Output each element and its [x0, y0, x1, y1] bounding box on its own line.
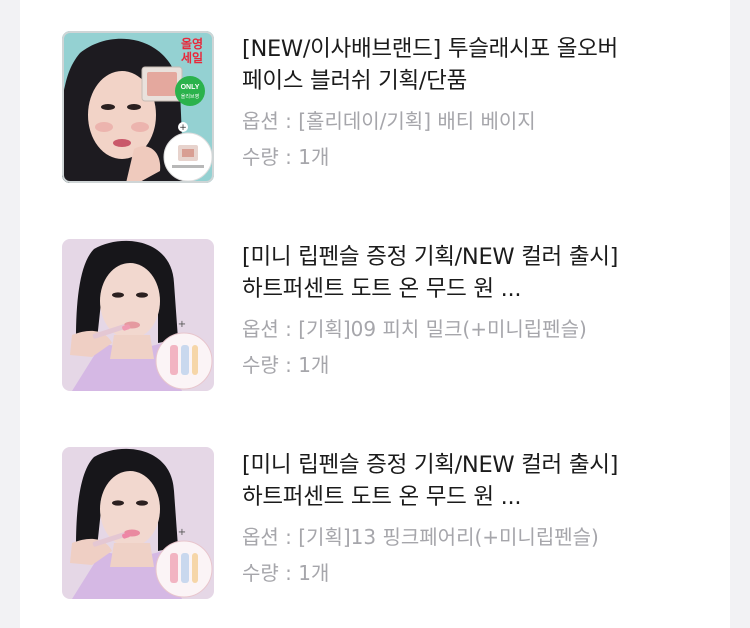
order-item[interactable]: + [미니 립펜슬 증정 기획/NEW 컬러 출시] 하트퍼센트 도트 온 무드… [62, 447, 702, 607]
sale-badge-line1: 올영 [181, 36, 203, 51]
order-items-card: ONLY 올리브영 올영 세일 + [NEW/이사배브랜드] 투슬래시포 올오버… [20, 0, 730, 628]
order-item[interactable]: ONLY 올리브영 올영 세일 + [NEW/이사배브랜드] 투슬래시포 올오버… [62, 31, 702, 191]
product-title[interactable]: [NEW/이사배브랜드] 투슬래시포 올오버 페이스 블러쉬 기획/단품 [242, 33, 632, 97]
product-option: 옵션 : [홀리데이/기획] 배티 베이지 [242, 109, 536, 133]
svg-text:+: + [179, 123, 187, 133]
product-title[interactable]: [미니 립펜슬 증정 기획/NEW 컬러 출시] 하트퍼센트 도트 온 무드 원… [242, 241, 632, 305]
product-title[interactable]: [미니 립펜슬 증정 기획/NEW 컬러 출시] 하트퍼센트 도트 온 무드 원… [242, 449, 632, 513]
product-thumbnail[interactable]: ONLY 올리브영 올영 세일 + [62, 31, 214, 183]
product-thumbnail[interactable]: + [62, 447, 214, 599]
product-quantity: 수량 : 1개 [242, 353, 330, 377]
svg-text:ONLY: ONLY [181, 84, 200, 91]
product-thumbnail[interactable]: + [62, 239, 214, 391]
product-option: 옵션 : [기획]13 핑크페어리(+미니립펜슬) [242, 525, 599, 549]
svg-text:+: + [178, 319, 186, 330]
product-quantity: 수량 : 1개 [242, 561, 330, 585]
product-option: 옵션 : [기획]09 피치 밀크(+미니립펜슬) [242, 317, 587, 341]
svg-text:올리브영: 올리브영 [181, 93, 199, 100]
product-quantity: 수량 : 1개 [242, 145, 330, 169]
svg-text:+: + [178, 527, 186, 538]
sale-badge-line2: 세일 [181, 50, 203, 65]
only-badge [175, 76, 205, 106]
order-item[interactable]: + [미니 립펜슬 증정 기획/NEW 컬러 출시] 하트퍼센트 도트 온 무드… [62, 239, 702, 399]
